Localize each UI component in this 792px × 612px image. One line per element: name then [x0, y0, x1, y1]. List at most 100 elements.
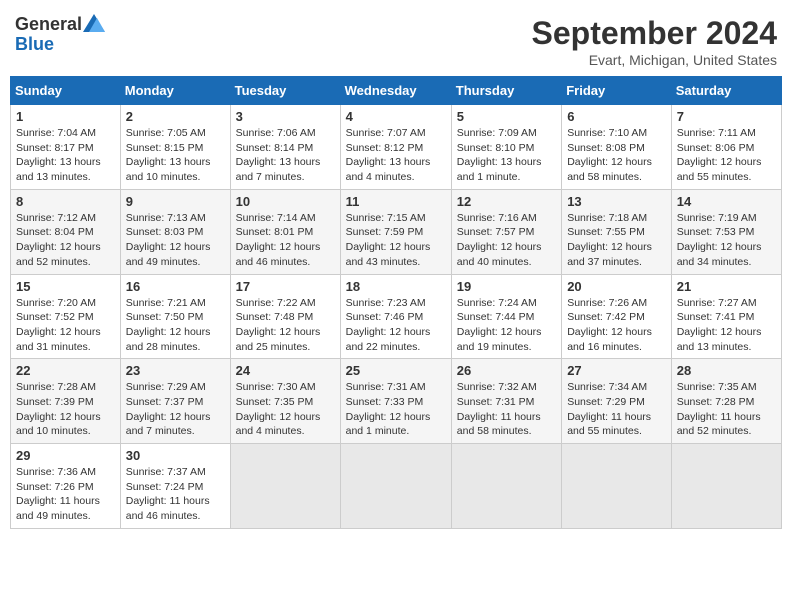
day-number: 20	[567, 279, 666, 294]
day-number: 29	[16, 448, 115, 463]
header-monday: Monday	[120, 77, 230, 105]
day-cell	[230, 444, 340, 529]
day-detail: Sunrise: 7:12 AMSunset: 8:04 PMDaylight:…	[16, 212, 101, 268]
day-detail: Sunrise: 7:32 AMSunset: 7:31 PMDaylight:…	[457, 381, 541, 437]
day-number: 17	[236, 279, 335, 294]
day-cell: 1Sunrise: 7:04 AMSunset: 8:17 PMDaylight…	[11, 105, 121, 190]
day-number: 5	[457, 109, 556, 124]
day-number: 9	[126, 194, 225, 209]
week-row-2: 8 Sunrise: 7:12 AMSunset: 8:04 PMDaylight…	[11, 189, 782, 274]
day-number: 16	[126, 279, 225, 294]
day-cell	[340, 444, 451, 529]
day-cell: 6 Sunrise: 7:10 AMSunset: 8:08 PMDaylight…	[562, 105, 672, 190]
header-sunday: Sunday	[11, 77, 121, 105]
day-cell: 4 Sunrise: 7:07 AMSunset: 8:12 PMDaylight…	[340, 105, 451, 190]
day-cell: 22 Sunrise: 7:28 AMSunset: 7:39 PMDayligh…	[11, 359, 121, 444]
week-row-3: 15Sunrise: 7:20 AMSunset: 7:52 PMDayligh…	[11, 274, 782, 359]
day-detail: Sunrise: 7:37 AMSunset: 7:24 PMDaylight:…	[126, 466, 210, 522]
day-cell: 11 Sunrise: 7:15 AMSunset: 7:59 PMDayligh…	[340, 189, 451, 274]
day-detail: Sunrise: 7:18 AMSunset: 7:55 PMDaylight:…	[567, 212, 652, 268]
day-detail: Sunrise: 7:24 AMSunset: 7:44 PMDaylight:…	[457, 297, 542, 353]
day-cell: 10 Sunrise: 7:14 AMSunset: 8:01 PMDayligh…	[230, 189, 340, 274]
logo-blue-text: Blue	[15, 35, 105, 55]
day-number: 23	[126, 363, 225, 378]
day-cell: 7 Sunrise: 7:11 AMSunset: 8:06 PMDaylight…	[671, 105, 781, 190]
header-tuesday: Tuesday	[230, 77, 340, 105]
day-cell: 25Sunrise: 7:31 AMSunset: 7:33 PMDayligh…	[340, 359, 451, 444]
day-number: 4	[346, 109, 446, 124]
day-detail: Sunrise: 7:22 AMSunset: 7:48 PMDaylight:…	[236, 297, 321, 353]
calendar-header-row: SundayMondayTuesdayWednesdayThursdayFrid…	[11, 77, 782, 105]
day-detail: Sunrise: 7:36 AMSunset: 7:26 PMDaylight:…	[16, 466, 100, 522]
day-cell: 18Sunrise: 7:23 AMSunset: 7:46 PMDayligh…	[340, 274, 451, 359]
day-cell	[671, 444, 781, 529]
day-cell: 2 Sunrise: 7:05 AMSunset: 8:15 PMDaylight…	[120, 105, 230, 190]
header: General Blue September 2024 Evart, Michi…	[10, 10, 782, 68]
header-wednesday: Wednesday	[340, 77, 451, 105]
day-number: 22	[16, 363, 115, 378]
week-row-4: 22 Sunrise: 7:28 AMSunset: 7:39 PMDayligh…	[11, 359, 782, 444]
day-cell: 20 Sunrise: 7:26 AMSunset: 7:42 PMDayligh…	[562, 274, 672, 359]
day-cell: 27Sunrise: 7:34 AMSunset: 7:29 PMDayligh…	[562, 359, 672, 444]
day-detail: Sunrise: 7:30 AMSunset: 7:35 PMDaylight:…	[236, 381, 321, 437]
day-detail: Sunrise: 7:14 AMSunset: 8:01 PMDaylight:…	[236, 212, 321, 268]
day-cell: 17 Sunrise: 7:22 AMSunset: 7:48 PMDayligh…	[230, 274, 340, 359]
day-number: 1	[16, 109, 115, 124]
day-number: 10	[236, 194, 335, 209]
month-title: September 2024	[532, 15, 777, 52]
logo: General Blue	[15, 15, 105, 55]
day-detail: Sunrise: 7:29 AMSunset: 7:37 PMDaylight:…	[126, 381, 211, 437]
day-detail: Sunrise: 7:15 AMSunset: 7:59 PMDaylight:…	[346, 212, 431, 268]
week-row-5: 29 Sunrise: 7:36 AMSunset: 7:26 PMDayligh…	[11, 444, 782, 529]
title-section: September 2024 Evart, Michigan, United S…	[532, 15, 777, 68]
day-number: 14	[677, 194, 776, 209]
day-cell: 5 Sunrise: 7:09 AMSunset: 8:10 PMDaylight…	[451, 105, 561, 190]
day-number: 19	[457, 279, 556, 294]
day-detail: Sunrise: 7:11 AMSunset: 8:06 PMDaylight:…	[677, 127, 762, 183]
day-number: 8	[16, 194, 115, 209]
day-number: 15	[16, 279, 115, 294]
day-detail: Sunrise: 7:28 AMSunset: 7:39 PMDaylight:…	[16, 381, 101, 437]
day-detail: Sunrise: 7:05 AMSunset: 8:15 PMDaylight:…	[126, 127, 211, 183]
day-detail: Sunrise: 7:06 AMSunset: 8:14 PMDaylight:…	[236, 127, 321, 183]
day-number: 21	[677, 279, 776, 294]
day-detail: Sunrise: 7:10 AMSunset: 8:08 PMDaylight:…	[567, 127, 652, 183]
day-cell: 29 Sunrise: 7:36 AMSunset: 7:26 PMDayligh…	[11, 444, 121, 529]
day-cell: 12Sunrise: 7:16 AMSunset: 7:57 PMDayligh…	[451, 189, 561, 274]
day-detail: Sunrise: 7:35 AMSunset: 7:28 PMDaylight:…	[677, 381, 761, 437]
day-number: 27	[567, 363, 666, 378]
day-number: 7	[677, 109, 776, 124]
day-detail: Sunrise: 7:07 AMSunset: 8:12 PMDaylight:…	[346, 127, 431, 183]
day-detail: Sunrise: 7:19 AMSunset: 7:53 PMDaylight:…	[677, 212, 762, 268]
day-cell: 8 Sunrise: 7:12 AMSunset: 8:04 PMDaylight…	[11, 189, 121, 274]
day-detail: Sunrise: 7:09 AMSunset: 8:10 PMDaylight:…	[457, 127, 542, 183]
logo-general-text: General	[15, 15, 82, 35]
day-number: 30	[126, 448, 225, 463]
day-number: 24	[236, 363, 335, 378]
header-saturday: Saturday	[671, 77, 781, 105]
day-number: 28	[677, 363, 776, 378]
day-detail: Sunrise: 7:26 AMSunset: 7:42 PMDaylight:…	[567, 297, 652, 353]
location-subtitle: Evart, Michigan, United States	[532, 52, 777, 68]
day-cell: 30 Sunrise: 7:37 AMSunset: 7:24 PMDayligh…	[120, 444, 230, 529]
day-number: 2	[126, 109, 225, 124]
day-cell: 15Sunrise: 7:20 AMSunset: 7:52 PMDayligh…	[11, 274, 121, 359]
day-cell: 23 Sunrise: 7:29 AMSunset: 7:37 PMDayligh…	[120, 359, 230, 444]
day-number: 25	[346, 363, 446, 378]
day-number: 11	[346, 194, 446, 209]
header-friday: Friday	[562, 77, 672, 105]
day-number: 13	[567, 194, 666, 209]
day-number: 26	[457, 363, 556, 378]
calendar-table: SundayMondayTuesdayWednesdayThursdayFrid…	[10, 76, 782, 529]
day-number: 3	[236, 109, 335, 124]
day-cell: 19 Sunrise: 7:24 AMSunset: 7:44 PMDayligh…	[451, 274, 561, 359]
day-number: 6	[567, 109, 666, 124]
day-cell: 28 Sunrise: 7:35 AMSunset: 7:28 PMDayligh…	[671, 359, 781, 444]
day-cell	[562, 444, 672, 529]
day-cell: 16 Sunrise: 7:21 AMSunset: 7:50 PMDayligh…	[120, 274, 230, 359]
day-cell: 3 Sunrise: 7:06 AMSunset: 8:14 PMDaylight…	[230, 105, 340, 190]
day-number: 12	[457, 194, 556, 209]
day-cell: 13 Sunrise: 7:18 AMSunset: 7:55 PMDayligh…	[562, 189, 672, 274]
day-detail: Sunrise: 7:21 AMSunset: 7:50 PMDaylight:…	[126, 297, 211, 353]
day-cell: 14 Sunrise: 7:19 AMSunset: 7:53 PMDayligh…	[671, 189, 781, 274]
